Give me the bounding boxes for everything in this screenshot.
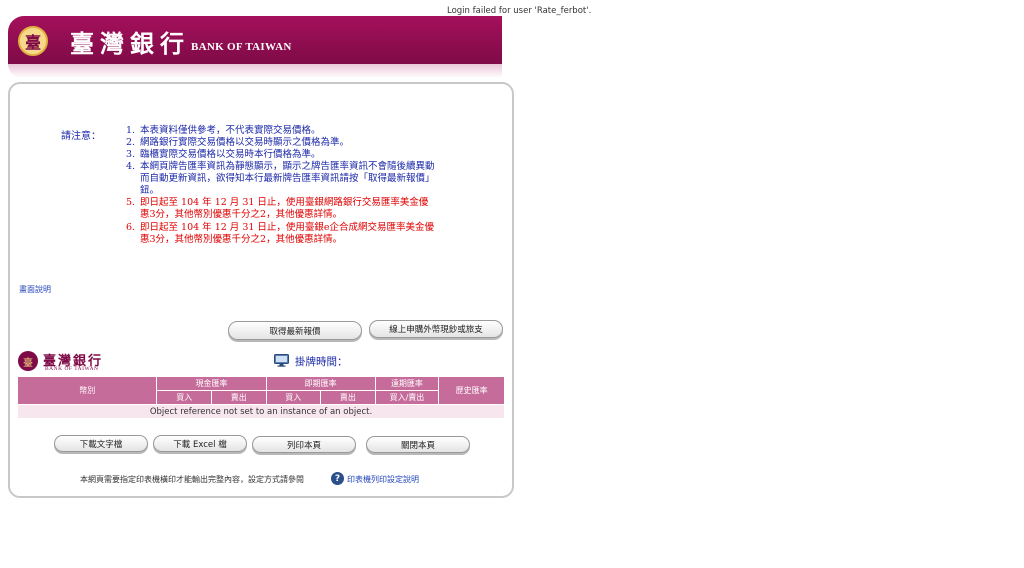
brand-name-zh: 臺灣銀行 <box>70 29 190 58</box>
small-bank-logo: 臺 臺灣銀行 BANK OF TAIWAN <box>18 350 118 374</box>
quote-time-label: 掛牌時間： <box>295 356 348 368</box>
notice-number: 5. <box>126 197 136 208</box>
table-header-row: 幣別 現金匯率 即期匯率 遠期匯率 歷史匯率 <box>18 377 504 404</box>
spot-sell-header: 賣出 <box>321 391 375 404</box>
notice-text: 臨櫃實際交易價格以交易時本行價格為準。 <box>140 149 321 160</box>
error-message: Object reference not set to an instance … <box>18 405 504 418</box>
column-cash-rate: 現金匯率 <box>157 377 266 390</box>
notice-number: 4. <box>126 161 136 172</box>
notice-label: 請注意： <box>61 131 101 142</box>
cash-buy-header: 買入 <box>157 391 211 404</box>
notice-item: 3. 臨櫃實際交易價格以交易時本行價格為準。 <box>126 149 436 161</box>
column-currency: 幣別 <box>18 377 157 404</box>
notice-text: 即日起至 104 年 12 月 31 日止，使用臺銀e企合成網交易匯率美金優惠3… <box>140 222 435 245</box>
column-forward-rate: 遠期匯率 <box>375 377 439 390</box>
notice-text: 本網頁牌告匯率資訊為靜態顯示，顯示之牌告匯率資訊不會隨後續異動而自動更新資訊，欲… <box>140 161 435 196</box>
rate-table: 幣別 現金匯率 即期匯率 遠期匯率 歷史匯率 買入 賣出 買入 賣出 買入/賣出… <box>17 376 505 419</box>
table-row: Object reference not set to an instance … <box>18 405 504 418</box>
notice-number: 3. <box>126 149 136 160</box>
print-note: 本網頁需要指定印表機橫印才能輸出完整內容，設定方式請參閱 <box>80 475 304 484</box>
bank-logo-icon: 臺 <box>18 26 48 56</box>
screen-help-link[interactable]: 畫面說明 <box>19 284 51 295</box>
notice-item: 4. 本網頁牌告匯率資訊為靜態顯示，顯示之牌告匯率資訊不會隨後續異動而自動更新資… <box>126 161 436 197</box>
get-latest-quote-button[interactable]: 取得最新報價 <box>228 321 362 340</box>
small-logo-icon: 臺 <box>18 351 38 371</box>
notice-text: 即日起至 104 年 12 月 31 日止，使用臺銀網路銀行交易匯率美金優惠3分… <box>140 197 429 220</box>
notice-text: 網路銀行實際交易價格以交易時顯示之價格為準。 <box>140 137 350 148</box>
brand-name-en: BANK OF TAIWAN <box>191 41 292 53</box>
notice-number: 1. <box>126 125 136 136</box>
notice-item: 6. 即日起至 104 年 12 月 31 日止，使用臺銀e企合成網交易匯率美金… <box>126 222 436 246</box>
print-page-button[interactable]: 列印本頁 <box>252 436 356 453</box>
header-banner: 臺 臺灣銀行 BANK OF TAIWAN <box>8 14 502 78</box>
online-apply-button[interactable]: 線上申購外幣現鈔或旅支 <box>369 320 503 338</box>
cash-sell-header: 賣出 <box>211 391 266 404</box>
notice-item: 1. 本表資料僅供參考，不代表實際交易價格。 <box>126 125 436 137</box>
notice-item: 2. 網路銀行實際交易價格以交易時顯示之價格為準。 <box>126 137 436 149</box>
notice-number: 6. <box>126 222 136 233</box>
notice-item: 5. 即日起至 104 年 12 月 31 日止，使用臺銀網路銀行交易匯率美金優… <box>126 197 436 221</box>
notice-text: 本表資料僅供參考，不代表實際交易價格。 <box>140 125 321 136</box>
download-text-button[interactable]: 下載文字檔 <box>54 435 148 452</box>
help-icon[interactable]: ? <box>331 472 344 485</box>
column-spot-rate: 即期匯率 <box>266 377 375 390</box>
download-excel-button[interactable]: 下載 Excel 檔 <box>153 435 247 452</box>
print-setup-link[interactable]: 印表機列印設定說明 <box>347 474 419 485</box>
small-logo-en: BANK OF TAIWAN <box>45 366 99 372</box>
header-shadow <box>8 64 502 78</box>
notice-number: 2. <box>126 137 136 148</box>
close-page-button[interactable]: 關閉本頁 <box>366 436 470 453</box>
monitor-icon <box>274 354 289 367</box>
spot-buy-header: 買入 <box>266 391 321 404</box>
column-history-rate[interactable]: 歷史匯率 <box>439 377 504 404</box>
forward-buy-sell-header: 買入/賣出 <box>375 391 439 404</box>
